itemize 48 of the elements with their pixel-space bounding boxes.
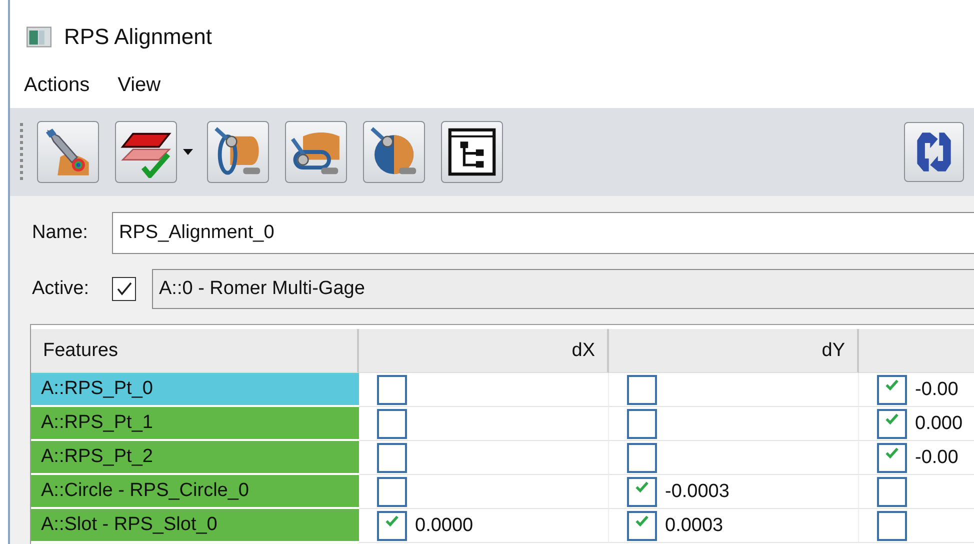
feature-cell[interactable]: A::RPS_Pt_1	[31, 407, 359, 441]
feature-cell[interactable]: A::RPS_Pt_0	[31, 373, 359, 407]
checkbox[interactable]	[377, 510, 407, 540]
toolbar-button[interactable]	[207, 121, 269, 183]
menu-item[interactable]: Actions	[24, 74, 90, 97]
column-header[interactable]: dX	[359, 329, 609, 373]
feature-cell[interactable]: A::Circle - RPS_Circle_0	[31, 475, 359, 509]
toolbar-grip[interactable]	[20, 123, 23, 181]
tree-icon	[446, 126, 498, 178]
caret-icon[interactable]	[183, 149, 193, 155]
toolbar-button[interactable]	[441, 121, 503, 183]
checkbox[interactable]	[877, 476, 907, 506]
checkbox[interactable]	[877, 442, 907, 472]
feature-cell[interactable]: A::Slot - RPS_Slot_0	[31, 509, 359, 543]
name-field[interactable]: RPS_Alignment_0	[112, 212, 974, 254]
checkbox[interactable]	[627, 510, 657, 540]
value-text: 0.0003	[665, 514, 724, 536]
checkbox[interactable]	[377, 374, 407, 404]
menu-item[interactable]: View	[118, 74, 161, 97]
column-header[interactable]: dY	[609, 329, 859, 373]
value-text: -0.0003	[665, 480, 730, 502]
device-combo[interactable]: A::0 - Romer Multi-Gage	[152, 269, 974, 309]
checkbox[interactable]	[377, 408, 407, 438]
feature-cell[interactable]: A::RPS_Pt_2	[31, 441, 359, 475]
active-checkbox[interactable]	[112, 277, 136, 301]
checkbox[interactable]	[877, 374, 907, 404]
checkbox[interactable]	[627, 476, 657, 506]
value-text: 0.000	[915, 412, 963, 434]
window-title: RPS Alignment	[64, 24, 212, 50]
checkbox[interactable]	[627, 408, 657, 438]
toolbar-button[interactable]	[115, 121, 177, 183]
refresh-icon	[914, 130, 954, 174]
value-text: -0.00	[915, 446, 958, 468]
checkbox[interactable]	[877, 510, 907, 540]
active-label: Active:	[32, 278, 90, 300]
checkbox[interactable]	[377, 442, 407, 472]
toolbar-button[interactable]	[363, 121, 425, 183]
refresh-button[interactable]	[904, 122, 964, 182]
column-header[interactable]: Features	[31, 329, 359, 373]
value-text: -0.00	[915, 378, 958, 400]
checkbox[interactable]	[377, 476, 407, 506]
toolbar-button[interactable]	[285, 121, 347, 183]
checkbox[interactable]	[627, 374, 657, 404]
checkbox[interactable]	[627, 442, 657, 472]
name-label: Name:	[32, 222, 89, 244]
checkbox[interactable]	[877, 408, 907, 438]
value-text: 0.0000	[415, 514, 474, 536]
app-icon	[26, 26, 52, 48]
